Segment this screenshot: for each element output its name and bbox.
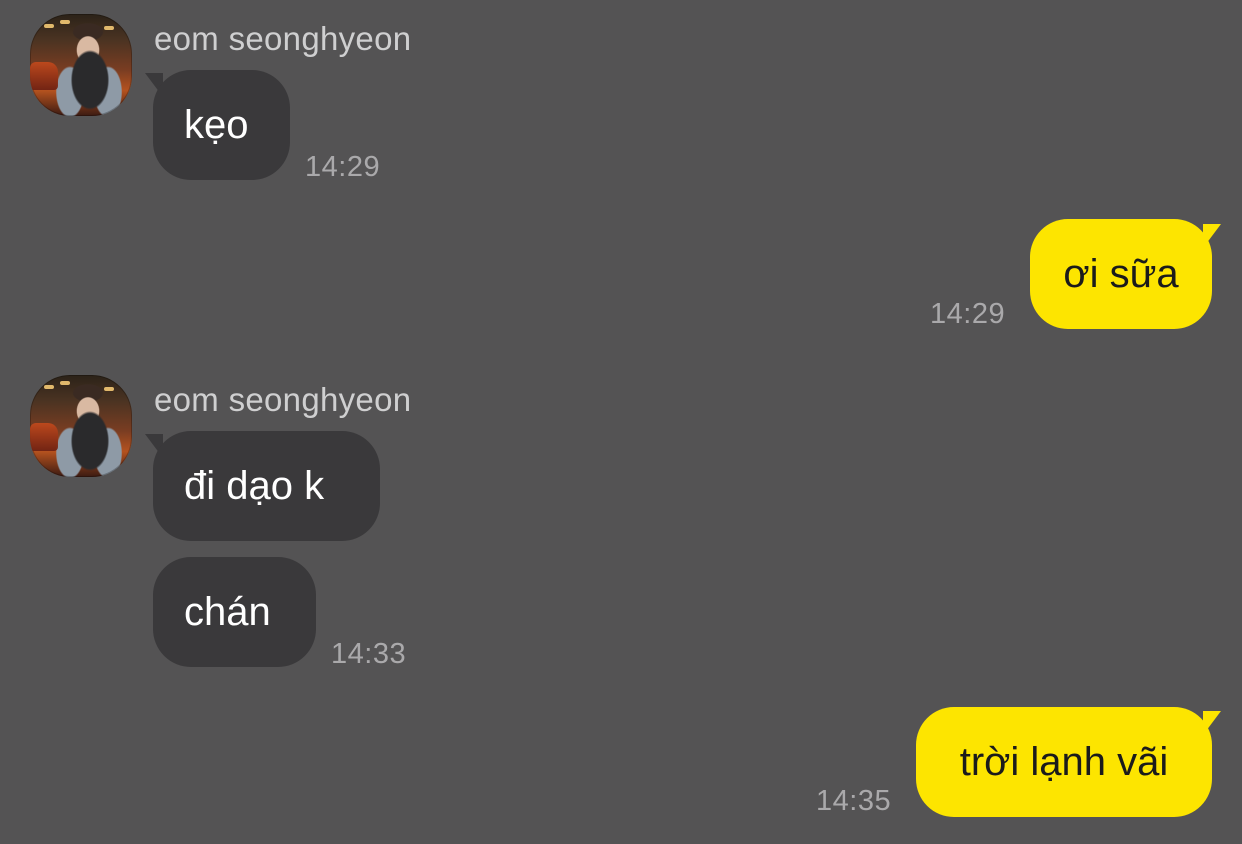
message-bubble-incoming[interactable]: đi dạo k — [153, 431, 380, 541]
sender-name[interactable]: eom seonghyeon — [154, 20, 411, 58]
sender-name[interactable]: eom seonghyeon — [154, 381, 411, 419]
message-bubble-outgoing[interactable]: trời lạnh vãi — [916, 707, 1212, 817]
message-timestamp: 14:29 — [930, 298, 1006, 330]
sender-avatar[interactable] — [30, 375, 132, 477]
sender-avatar[interactable] — [30, 14, 132, 116]
message-bubble-outgoing[interactable]: ơi sữa — [1030, 219, 1212, 329]
bubble-tail — [1203, 711, 1221, 735]
message-text: trời lạnh vãi — [959, 740, 1169, 784]
message-bubble-incoming[interactable]: chán — [153, 557, 316, 667]
message-timestamp: 14:33 — [331, 638, 407, 670]
message-text: đi dạo k — [184, 464, 325, 508]
message-text: ơi sữa — [1063, 252, 1179, 296]
message-timestamp: 14:29 — [305, 151, 381, 183]
message-text: kẹo — [184, 103, 249, 147]
message-bubble-incoming[interactable]: kẹo — [153, 70, 290, 180]
bubble-tail — [1203, 224, 1221, 248]
message-text: chán — [184, 590, 271, 634]
message-timestamp: 14:35 — [816, 785, 892, 817]
